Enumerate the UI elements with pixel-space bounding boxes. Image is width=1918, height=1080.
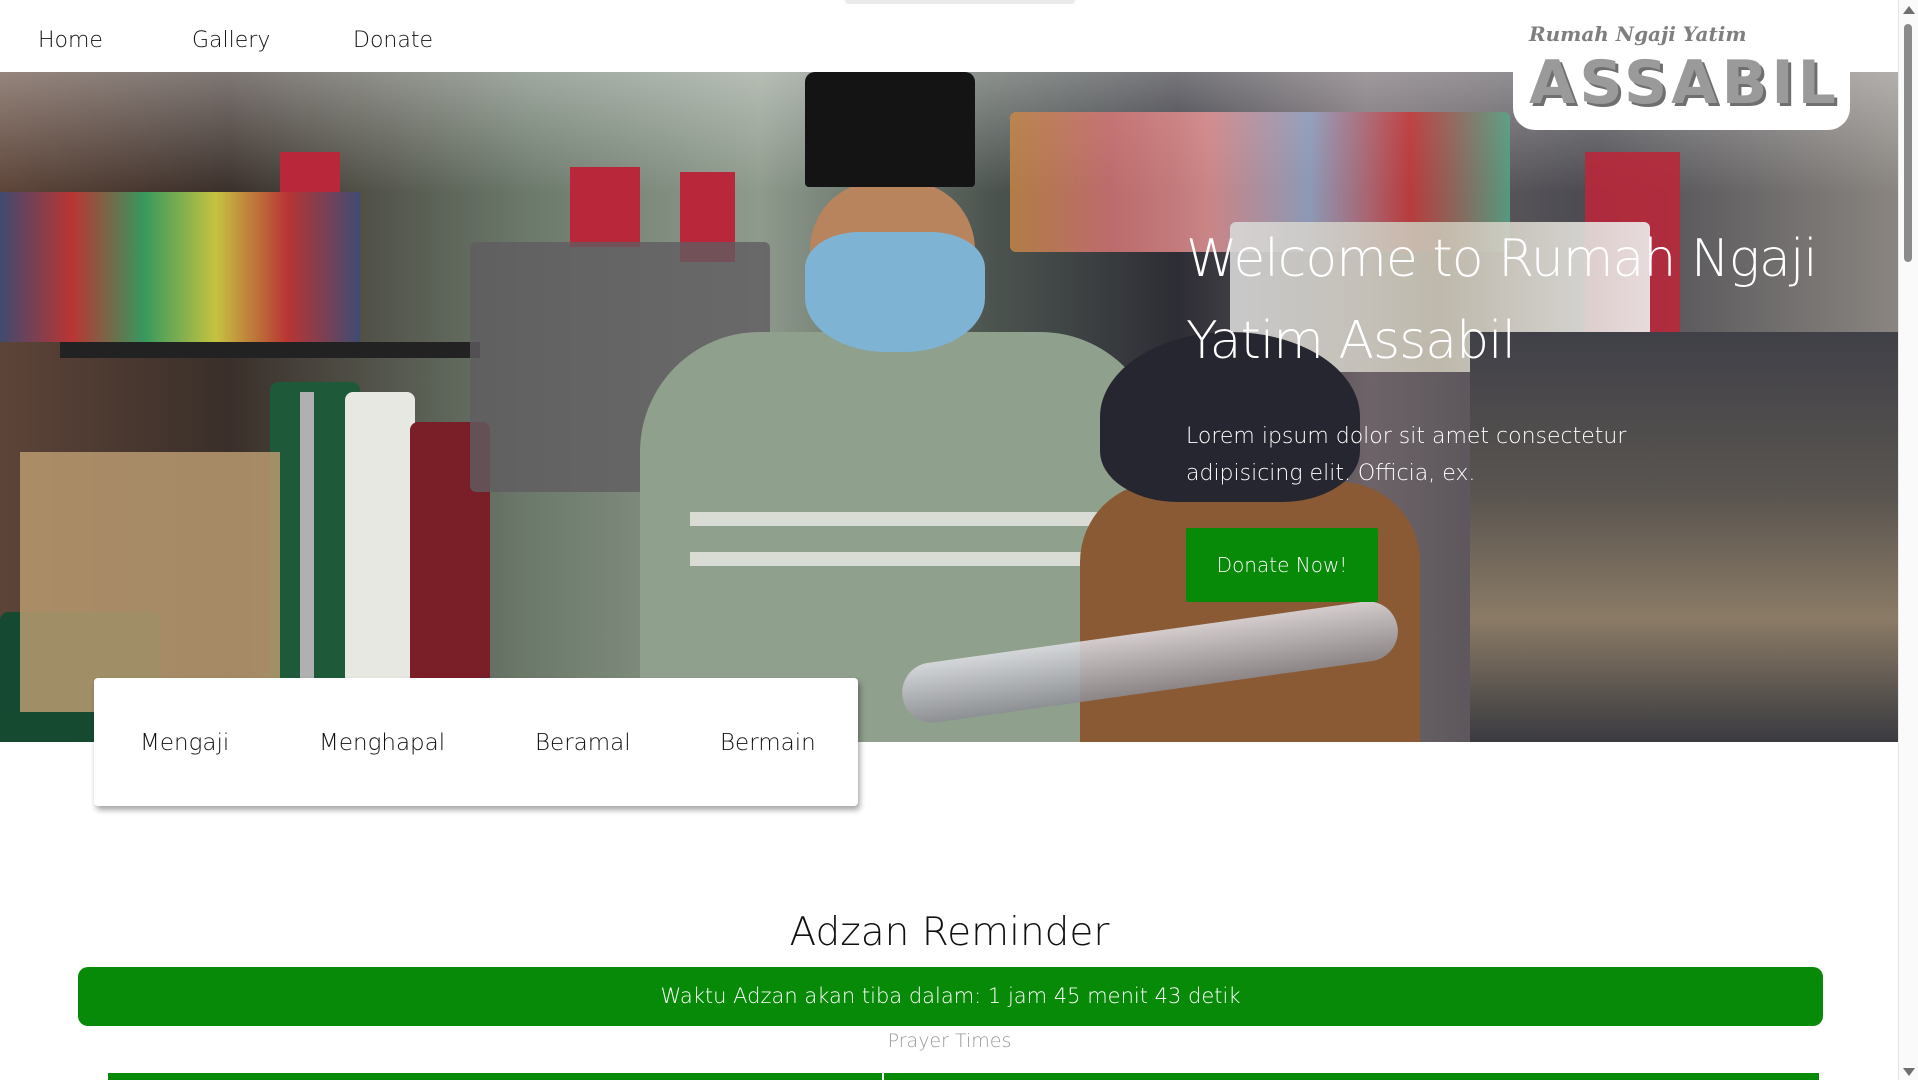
prayer-times-label: Prayer Times	[887, 1030, 1012, 1052]
adzan-reminder-title: Adzan Reminder	[789, 910, 1110, 955]
feature-menghapal[interactable]: Menghapal	[319, 730, 445, 756]
adzan-countdown-bar: Waktu Adzan akan tiba dalam: 1 jam 45 me…	[78, 967, 1823, 1026]
donate-now-button[interactable]: Donate Now!	[1186, 528, 1378, 602]
feature-bermain[interactable]: Bermain	[720, 730, 816, 756]
hero-title: Welcome to Rumah Ngaji Yatim Assabil	[1186, 229, 1818, 371]
feature-mengaji[interactable]: Mengaji	[140, 730, 229, 756]
hero-description: Lorem ipsum dolor sit amet consectetur a…	[1186, 424, 1627, 486]
hero-child-figure	[600, 72, 1160, 742]
site-logo[interactable]: Rumah Ngaji Yatim ASSABIL	[1513, 0, 1850, 130]
scroll-up-arrow-icon[interactable]	[1903, 6, 1915, 14]
hero-clothes-pile	[1470, 332, 1899, 742]
hero-banner	[0, 72, 1899, 742]
nav-home-link[interactable]: Home	[38, 28, 103, 53]
top-tab-indicator	[845, 0, 1075, 4]
page-scrollbar[interactable]	[1898, 0, 1918, 1080]
nav-gallery-link[interactable]: Gallery	[192, 28, 270, 53]
scrollbar-thumb[interactable]	[1904, 24, 1912, 262]
feature-beramal[interactable]: Beramal	[535, 730, 631, 756]
logo-name: ASSABIL	[1529, 48, 1840, 118]
logo-subtitle: Rumah Ngaji Yatim	[1529, 22, 1747, 46]
prayer-table-divider	[882, 1073, 884, 1080]
scroll-down-arrow-icon[interactable]	[1903, 1068, 1915, 1076]
nav-donate-link[interactable]: Donate	[353, 28, 433, 53]
features-card: Mengaji Menghapal Beramal Bermain	[94, 678, 858, 806]
prayer-times-table-header	[108, 1073, 1819, 1080]
